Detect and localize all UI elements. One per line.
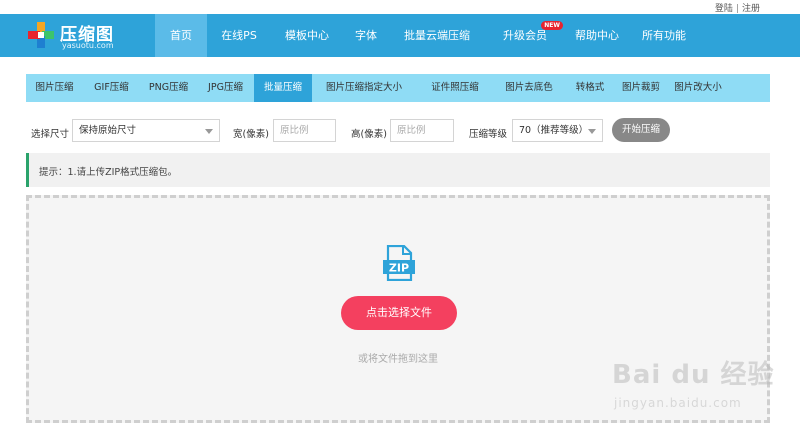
nav-item-upgrade[interactable]: 升级会员 NEW: [485, 14, 565, 57]
tab-image-compress[interactable]: 图片压缩: [26, 74, 83, 102]
tab-convert-format[interactable]: 转格式: [564, 74, 616, 102]
main-header: 压缩图 yasuotu.com 首页 在线PS 模板中心 字体 批量云端压缩 升…: [0, 14, 800, 57]
brand-subtitle: yasuotu.com: [62, 41, 114, 50]
watermark-url: jingyan.baidu.com: [614, 396, 742, 410]
top-bar: 登陆 | 注册: [0, 0, 800, 14]
link-separator: |: [735, 4, 739, 14]
nav-item-help[interactable]: 帮助中心: [565, 14, 629, 57]
new-badge: NEW: [541, 21, 563, 30]
tab-gif-compress[interactable]: GIF压缩: [83, 74, 140, 102]
height-input[interactable]: [390, 119, 454, 142]
nav-item-batch-cloud[interactable]: 批量云端压缩: [389, 14, 485, 57]
tab-compress-to-size[interactable]: 图片压缩指定大小: [312, 74, 416, 102]
site-logo[interactable]: 压缩图 yasuotu.com: [28, 20, 138, 52]
nav-item-home[interactable]: 首页: [155, 14, 207, 57]
notice-text: 提示：1.请上传ZIP格式压缩包。: [39, 167, 178, 178]
baidu-watermark: Bai du 经验 jingyan.baidu.com: [612, 350, 782, 420]
account-links: 登陆 | 注册: [715, 1, 760, 14]
level-label: 压缩等级: [469, 129, 508, 140]
chevron-down-icon: [588, 129, 596, 134]
tab-jpg-compress[interactable]: JPG压缩: [197, 74, 254, 102]
tab-image-crop[interactable]: 图片裁剪: [616, 74, 666, 102]
tool-tabs: 图片压缩 GIF压缩 PNG压缩 JPG压缩 批量压缩 图片压缩指定大小 证件照…: [26, 74, 770, 102]
size-select-value: 保持原始尺寸: [79, 125, 137, 136]
watermark-text: Bai du 经验: [612, 360, 775, 390]
nav-item-all-features[interactable]: 所有功能: [629, 14, 699, 57]
register-link[interactable]: 注册: [742, 4, 760, 14]
tab-id-photo-compress[interactable]: 证件照压缩: [416, 74, 494, 102]
upgrade-label: 升级会员: [503, 29, 547, 42]
nav-item-fonts[interactable]: 字体: [343, 14, 389, 57]
nav-item-online-ps[interactable]: 在线PS: [207, 14, 271, 57]
start-compress-button[interactable]: 开始压缩: [612, 118, 670, 142]
level-select[interactable]: 70（推荐等级）: [512, 119, 603, 142]
tab-batch-compress[interactable]: 批量压缩: [254, 74, 312, 102]
level-select-value: 70（推荐等级）: [519, 125, 589, 136]
width-label: 宽(像素): [233, 129, 269, 140]
zip-icon-label: ZIP: [389, 262, 409, 275]
size-select[interactable]: 保持原始尺寸: [72, 119, 220, 142]
nav-item-templates[interactable]: 模板中心: [271, 14, 343, 57]
zip-file-icon: ZIP: [383, 245, 415, 281]
login-link[interactable]: 登陆: [715, 4, 733, 14]
tab-image-resize[interactable]: 图片改大小: [666, 74, 730, 102]
cross-logo-icon: [28, 22, 54, 48]
tab-remove-background[interactable]: 图片去底色: [494, 74, 564, 102]
chevron-down-icon: [205, 129, 213, 134]
main-nav: 首页 在线PS 模板中心 字体 批量云端压缩 升级会员 NEW 帮助中心 所有功…: [155, 14, 699, 57]
upload-notice: 提示：1.请上传ZIP格式压缩包。: [26, 153, 770, 187]
width-input[interactable]: [273, 119, 336, 142]
height-label: 高(像素): [351, 129, 387, 140]
size-label: 选择尺寸: [31, 129, 70, 140]
tab-png-compress[interactable]: PNG压缩: [140, 74, 197, 102]
choose-file-button[interactable]: 点击选择文件: [341, 296, 457, 330]
